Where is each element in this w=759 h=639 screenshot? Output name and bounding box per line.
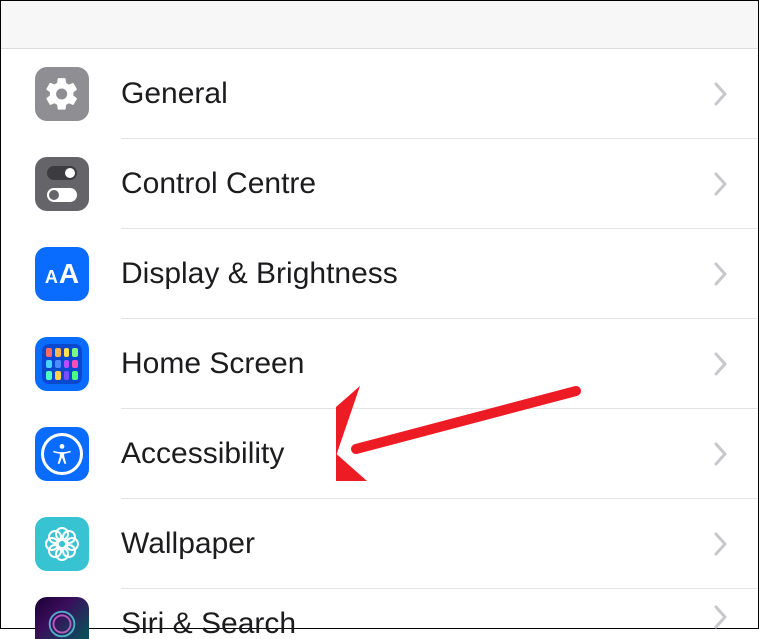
accessibility-icon <box>35 427 89 481</box>
settings-row-home-screen[interactable]: Home Screen <box>35 319 758 409</box>
settings-row-accessibility[interactable]: Accessibility <box>35 409 758 499</box>
settings-row-label: Home Screen <box>121 347 714 381</box>
chevron-right-icon <box>714 262 728 286</box>
gear-icon <box>35 67 89 121</box>
home-screen-icon <box>35 337 89 391</box>
settings-row-display-brightness[interactable]: AA Display & Brightness <box>35 229 758 319</box>
settings-row-label: Siri & Search <box>121 607 714 639</box>
chevron-right-icon <box>714 442 728 466</box>
wallpaper-icon <box>35 517 89 571</box>
siri-icon <box>35 597 89 639</box>
chevron-right-icon <box>714 352 728 376</box>
header-bar <box>1 1 758 49</box>
settings-row-label: Wallpaper <box>121 527 714 561</box>
settings-row-label: Display & Brightness <box>121 257 714 291</box>
chevron-right-icon <box>714 605 728 629</box>
display-brightness-icon: AA <box>35 247 89 301</box>
control-centre-icon <box>35 157 89 211</box>
settings-row-wallpaper[interactable]: Wallpaper <box>35 499 758 589</box>
chevron-right-icon <box>714 172 728 196</box>
settings-row-control-centre[interactable]: Control Centre <box>35 139 758 229</box>
settings-row-general[interactable]: General <box>35 49 758 139</box>
settings-row-label: General <box>121 77 714 111</box>
settings-row-label: Control Centre <box>121 167 714 201</box>
settings-list: General Control Centre AA Display & Brig… <box>1 49 758 639</box>
chevron-right-icon <box>714 532 728 556</box>
settings-row-label: Accessibility <box>121 437 714 471</box>
settings-row-siri-search[interactable]: Siri & Search <box>35 589 758 639</box>
chevron-right-icon <box>714 82 728 106</box>
